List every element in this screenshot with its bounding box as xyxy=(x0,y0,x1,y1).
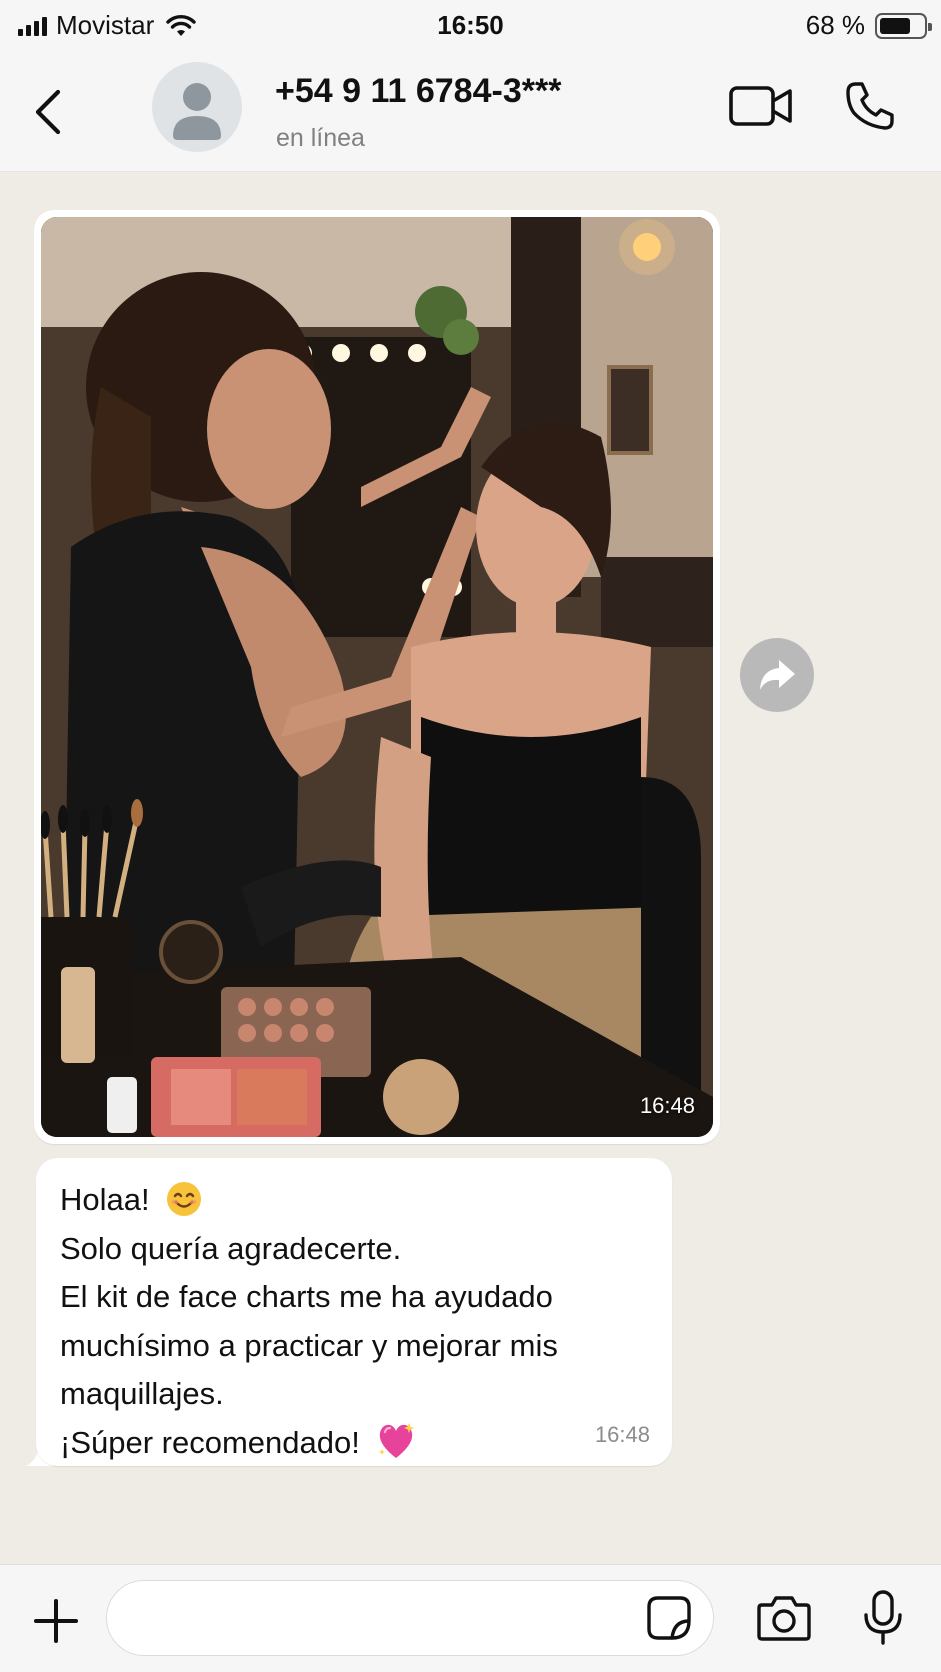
person-placeholder-icon xyxy=(173,83,221,140)
message-line: Holaa! xyxy=(60,1176,648,1225)
smiling-face-emoji xyxy=(167,1181,202,1216)
input-bar xyxy=(0,1564,941,1672)
sparkling-heart-emoji xyxy=(379,1423,415,1459)
chat-header: +54 9 11 6784-3*** en línea xyxy=(0,52,941,172)
message-line-text: Holaa! xyxy=(60,1182,150,1217)
clock: 16:50 xyxy=(437,10,504,40)
message-line: maquillajes. xyxy=(60,1376,224,1411)
photo-illustration xyxy=(41,217,713,1137)
text-timestamp: 16:48 xyxy=(594,1422,650,1447)
avatar[interactable] xyxy=(152,62,242,152)
back-chevron-icon[interactable] xyxy=(30,84,70,140)
forward-arrow-icon xyxy=(760,660,795,690)
message-line: muchísimo a practicar y mejorar mis xyxy=(60,1327,558,1363)
contact-status: en línea xyxy=(276,124,365,152)
sticker-icon[interactable] xyxy=(646,1595,692,1641)
phone-icon[interactable] xyxy=(842,78,898,134)
battery-percent: 68 % xyxy=(805,10,865,40)
message-line: Solo quería agradecerte. xyxy=(60,1230,402,1266)
status-bar: Movistar 16:50 68 % xyxy=(0,0,941,52)
microphone-icon[interactable] xyxy=(862,1589,904,1647)
camera-icon[interactable] xyxy=(756,1593,812,1643)
forward-button[interactable] xyxy=(740,638,814,712)
chat-area: 16:48 Holaa! Solo quería agradecerte. El… xyxy=(0,172,941,1564)
status-right: 68 % xyxy=(805,10,932,41)
message-line-text: ¡Súper recomendado! xyxy=(60,1424,360,1460)
battery-icon xyxy=(875,12,932,39)
text-message[interactable]: Holaa! Solo quería agradecerte. El kit d… xyxy=(36,1158,672,1466)
contact-name[interactable]: +54 9 11 6784-3*** xyxy=(275,72,561,111)
image-timestamp: 16:48 xyxy=(639,1093,695,1118)
image-message[interactable]: 16:48 xyxy=(34,210,720,1144)
makeup-photo[interactable]: 16:48 xyxy=(41,217,713,1137)
message-line: El kit de face charts me ha ayudado xyxy=(60,1279,553,1314)
message-line: ¡Súper recomendado! xyxy=(60,1419,648,1468)
plus-icon[interactable] xyxy=(30,1595,82,1647)
message-input[interactable] xyxy=(106,1580,714,1656)
video-call-icon[interactable] xyxy=(728,82,794,132)
